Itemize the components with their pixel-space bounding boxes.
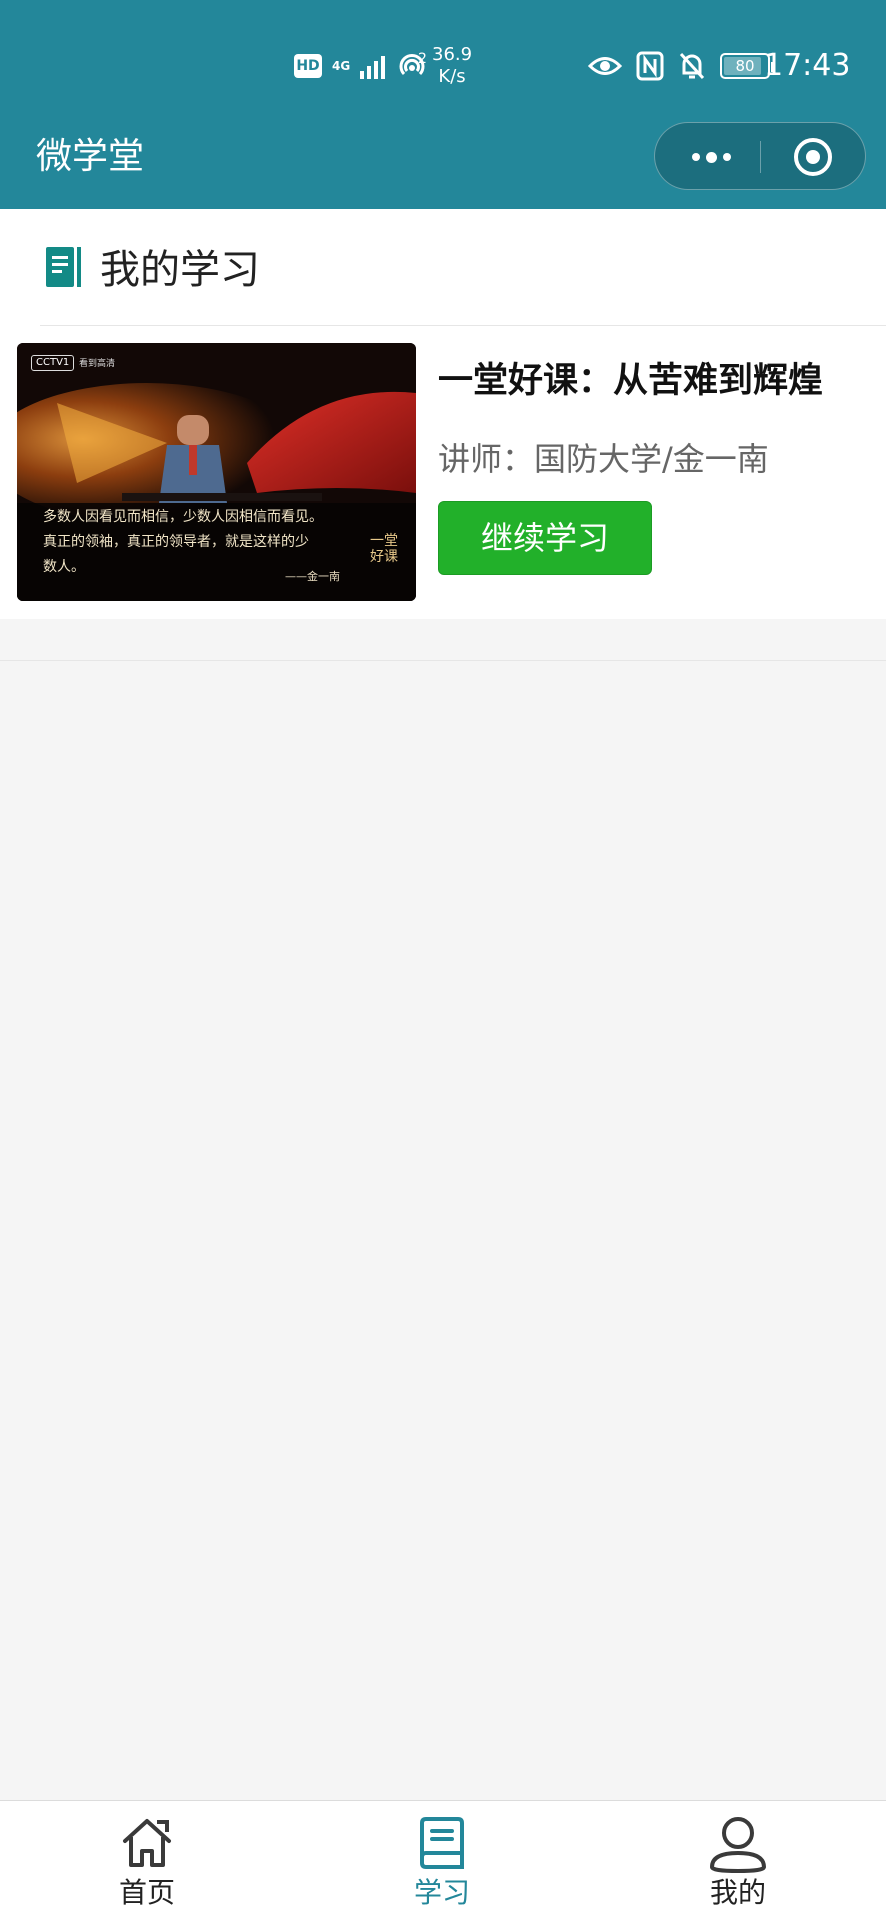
tab-label: 首页 xyxy=(118,1876,175,1909)
book-icon xyxy=(420,1817,464,1869)
target-circle-icon[interactable] xyxy=(793,137,833,177)
hd-icon: HD xyxy=(294,54,322,78)
book-icon xyxy=(46,247,81,287)
course-thumbnail[interactable]: CCTV1 看到高清 多数人因看见而相信，少数人因相信而看见。 真正的领袖，真正… xyxy=(17,343,416,601)
more-dots-icon[interactable] xyxy=(683,145,739,169)
battery-text: 80 xyxy=(735,57,755,75)
battery-icon: 80 xyxy=(720,53,775,79)
network-speed: 2 36.9 K/s xyxy=(418,44,473,88)
status-bar: HD 4G 2 36.9 K/s 80 17:43 xyxy=(0,0,886,120)
status-right-icons: 80 xyxy=(588,46,775,86)
tab-label: 学习 xyxy=(413,1876,470,1909)
speed-unit: K/s xyxy=(438,66,466,87)
my-learning-section: 我的学习 CCTV1 看到高清 多数人因看见而相信，少数人因相信而看见。 真正的… xyxy=(0,209,886,619)
tab-study[interactable]: 学习 xyxy=(362,1809,522,1917)
network-type: 4G xyxy=(332,59,351,73)
home-icon xyxy=(123,1819,171,1867)
page-title: 微学堂 xyxy=(36,136,145,177)
signal-icon xyxy=(360,53,386,79)
user-icon xyxy=(709,1817,767,1873)
status-time: 17:43 xyxy=(764,48,851,83)
course-item[interactable]: CCTV1 看到高清 多数人因看见而相信，少数人因相信而看见。 真正的领袖，真正… xyxy=(0,343,886,601)
status-left-icons: HD 4G xyxy=(294,46,429,86)
tab-home[interactable]: 首页 xyxy=(67,1809,227,1917)
divider xyxy=(0,660,886,661)
continue-learning-button[interactable]: 继续学习 xyxy=(438,501,652,575)
divider xyxy=(40,325,886,326)
mini-program-capsule xyxy=(654,122,866,190)
nfc-icon xyxy=(636,51,664,81)
tab-label: 我的 xyxy=(709,1876,766,1909)
course-title: 一堂好课：从苦难到辉煌 xyxy=(438,361,824,401)
quote-line: 多数人因看见而相信，少数人因相信而看见。 xyxy=(43,509,323,525)
program-logo-line: 好课 xyxy=(370,549,398,565)
quote-line: 真正的领袖，真正的领导者，就是这样的少 xyxy=(43,534,309,550)
speed-value: 36.9 xyxy=(432,44,473,65)
section-header: 我的学习 xyxy=(0,209,886,326)
app-page: HD 4G 2 36.9 K/s 80 17:43 微学堂 我的学习 CCTV1… xyxy=(0,0,886,1920)
header: HD 4G 2 36.9 K/s 80 17:43 微学堂 xyxy=(0,0,886,209)
tab-mine[interactable]: 我的 xyxy=(658,1809,818,1917)
hotspot-count: 2 xyxy=(418,51,427,67)
quote-signature: ——金一南 xyxy=(285,570,340,583)
program-logo-line: 一堂 xyxy=(370,533,398,549)
mute-bell-icon xyxy=(679,52,705,80)
course-teacher: 讲师：国防大学/金一南 xyxy=(438,440,769,478)
tv-logo: CCTV1 xyxy=(31,355,75,371)
eye-icon xyxy=(588,57,622,75)
tab-bar: 首页 学习 我的 xyxy=(0,1800,886,1920)
capsule-divider xyxy=(760,141,761,173)
program-logo: 一堂 好课 xyxy=(364,533,404,583)
section-title: 我的学习 xyxy=(100,247,260,293)
tv-logo-sub: 看到高清 xyxy=(79,359,116,369)
